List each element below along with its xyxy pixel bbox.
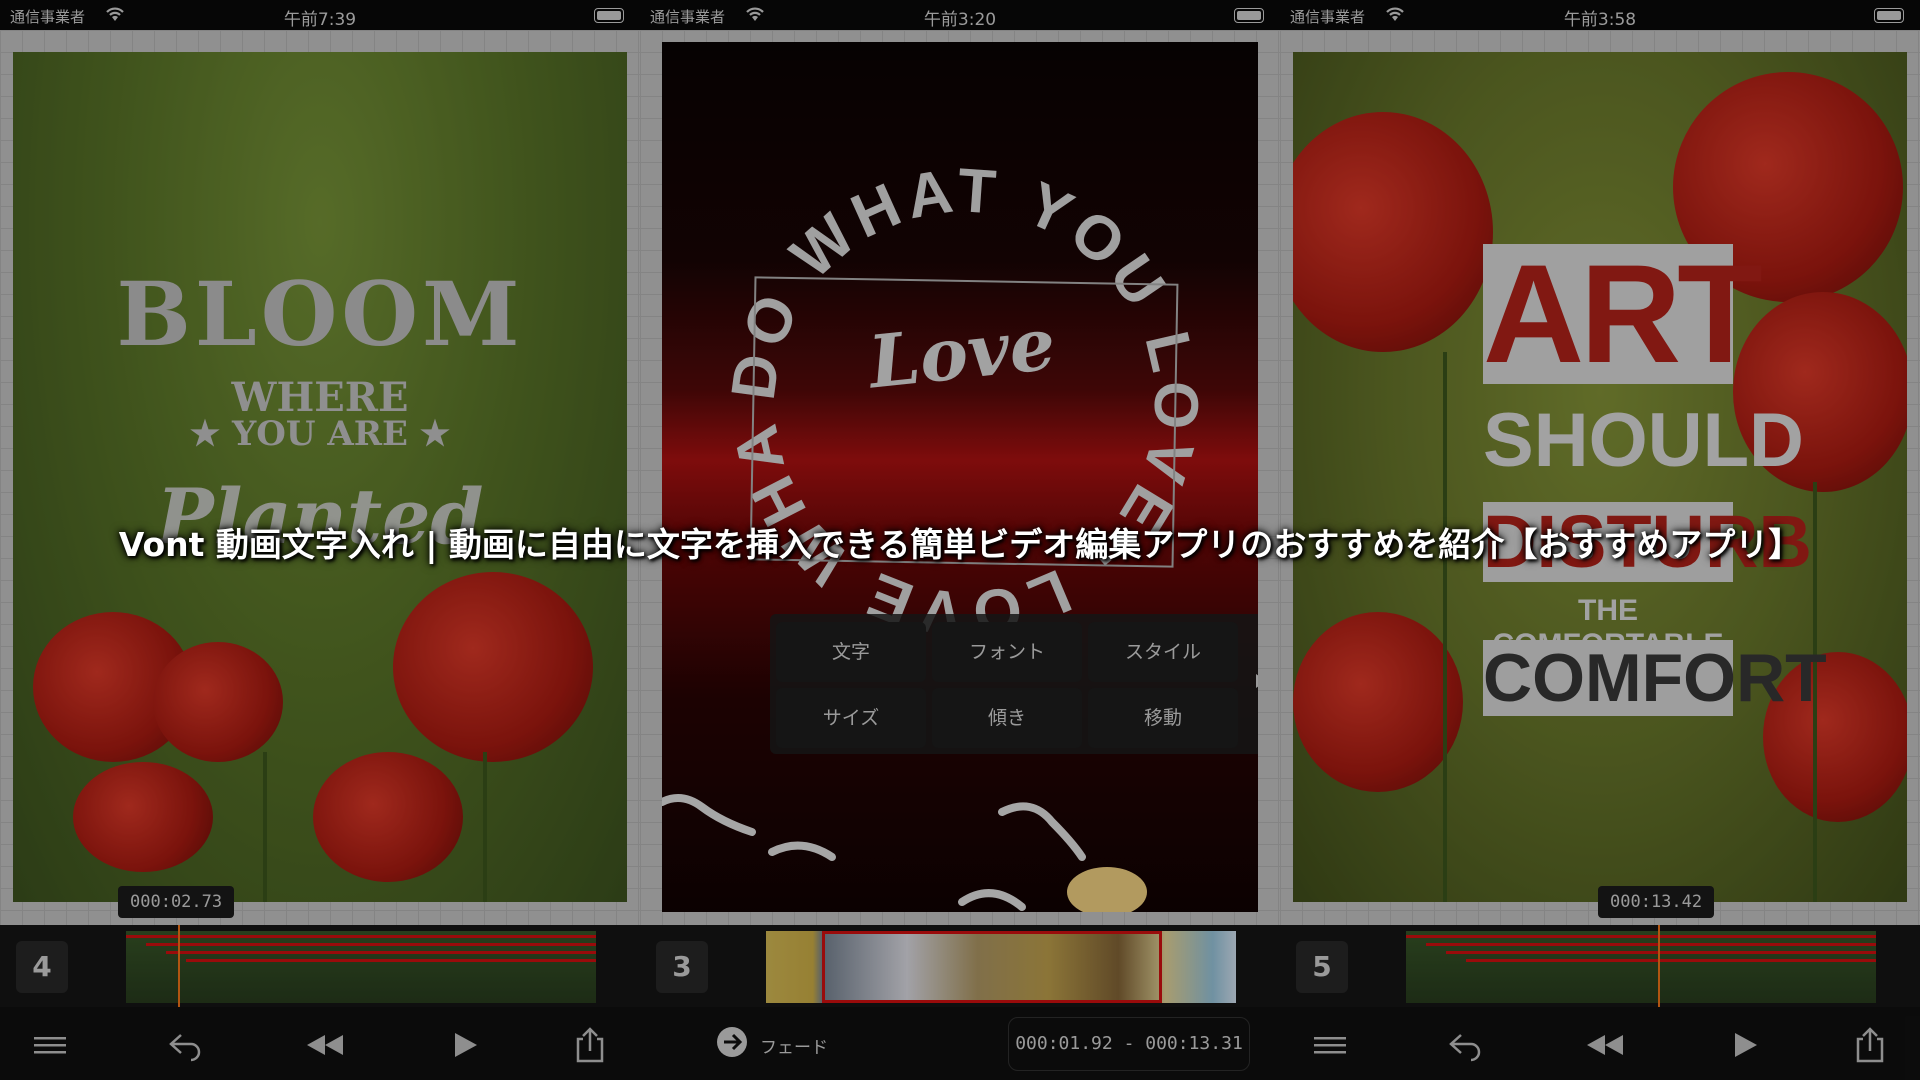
birds-graphic <box>662 794 1147 912</box>
timeline-track[interactable]: 5 <box>1280 925 1920 1007</box>
stem-image <box>1443 352 1447 902</box>
text-layer-bar <box>126 935 596 938</box>
share-icon[interactable] <box>1850 1025 1890 1065</box>
share-icon[interactable] <box>570 1025 610 1065</box>
battery-icon <box>1234 8 1264 23</box>
clip-thumbnail-strip[interactable] <box>1406 931 1876 1003</box>
playhead[interactable] <box>1658 925 1660 1007</box>
headline-caption: Vont 動画文字入れ | 動画に自由に文字を挿入できる簡単ビデオ編集アプリのお… <box>118 525 1802 564</box>
battery-icon <box>594 8 624 23</box>
video-preview[interactable]: DO WHAT YOU LOVE · LOVE WHAT YOU DO Love… <box>662 42 1258 912</box>
poppy-image <box>393 572 593 762</box>
clock: 午前3:20 <box>923 10 997 30</box>
video-preview[interactable]: BLOOM WHERE ★ YOU ARE ★ Planted <box>13 52 627 902</box>
menu-style-button[interactable]: スタイル <box>1088 622 1238 682</box>
text-layer-bar <box>1426 943 1876 946</box>
text-layer-bar <box>1446 951 1876 954</box>
text-layer-bar <box>186 959 596 962</box>
selected-segment[interactable] <box>822 931 1162 1003</box>
overlay-text-you-are[interactable]: ★ YOU ARE ★ <box>13 414 627 454</box>
bottom-toolbar <box>0 1007 640 1080</box>
poppy-image <box>313 752 463 882</box>
text-layer-bar <box>1466 959 1876 962</box>
clock: 午前3:58 <box>1563 10 1637 30</box>
menu-tilt-button[interactable]: 傾き <box>932 688 1082 748</box>
overlay-text-comfort[interactable]: COMFORT <box>1483 640 1827 716</box>
track-number[interactable]: 5 <box>1296 941 1348 993</box>
poppy-image <box>1293 612 1463 792</box>
timeline-track[interactable]: 4 <box>0 925 640 1007</box>
time-range[interactable]: 000:01.92 - 000:13.31 <box>1008 1017 1250 1071</box>
time-badge: 000:13.42 <box>1598 886 1715 918</box>
stem-image <box>263 752 267 902</box>
rewind-icon[interactable] <box>1585 1025 1625 1065</box>
overlay-text-art[interactable]: ART <box>1483 244 1763 384</box>
text-layer-bar <box>1406 935 1876 938</box>
fade-icon[interactable] <box>715 1025 749 1059</box>
status-bar: 通信事業者 午前3:20 <box>640 0 1280 30</box>
poppy-image <box>73 762 213 872</box>
time-badge: 000:02.73 <box>118 886 235 918</box>
rewind-icon[interactable] <box>305 1025 345 1065</box>
menu-size-button[interactable]: サイズ <box>776 688 926 748</box>
undo-icon[interactable] <box>1445 1025 1485 1065</box>
clock: 午前7:39 <box>283 10 357 30</box>
menu-icon[interactable] <box>1310 1025 1350 1065</box>
poppy-image <box>1293 112 1493 352</box>
poppy-image <box>153 642 283 762</box>
playhead[interactable] <box>178 925 180 1007</box>
text-layer-bar <box>166 951 596 954</box>
video-preview[interactable]: ART SHOULD DISTURB THE COMFORTABLE & COM… <box>1293 52 1907 902</box>
clip-thumbnail-strip[interactable] <box>126 931 596 1003</box>
timeline-track[interactable]: 3 <box>640 925 1280 1007</box>
edit-menu: 文字 フォント スタイル サイズ 傾き 移動 <box>770 614 1258 754</box>
track-number[interactable]: 4 <box>16 941 68 993</box>
battery-icon <box>1874 8 1904 23</box>
status-bar: 通信事業者 午前7:39 <box>0 0 640 30</box>
menu-font-button[interactable]: フォント <box>932 622 1082 682</box>
track-number[interactable]: 3 <box>656 941 708 993</box>
undo-icon[interactable] <box>165 1025 205 1065</box>
status-bar: 通信事業者 午前3:58 <box>1280 0 1920 30</box>
stem-image <box>483 752 487 902</box>
menu-text-button[interactable]: 文字 <box>776 622 926 682</box>
clip-thumbnail-strip[interactable] <box>766 931 1236 1003</box>
bottom-toolbar <box>1280 1007 1920 1080</box>
bottom-toolbar: フェード 000:01.92 - 000:13.31 <box>640 1007 1280 1080</box>
overlay-text-should[interactable]: SHOULD <box>1483 402 1804 480</box>
menu-move-button[interactable]: 移動 <box>1088 688 1238 748</box>
play-icon[interactable] <box>1725 1025 1765 1065</box>
fade-label[interactable]: フェード <box>760 1033 828 1058</box>
overlay-text-bloom[interactable]: BLOOM <box>13 262 627 366</box>
menu-next-arrow-icon[interactable] <box>1256 674 1258 688</box>
menu-icon[interactable] <box>30 1025 70 1065</box>
text-layer-bar <box>146 943 596 946</box>
play-icon[interactable] <box>445 1025 485 1065</box>
